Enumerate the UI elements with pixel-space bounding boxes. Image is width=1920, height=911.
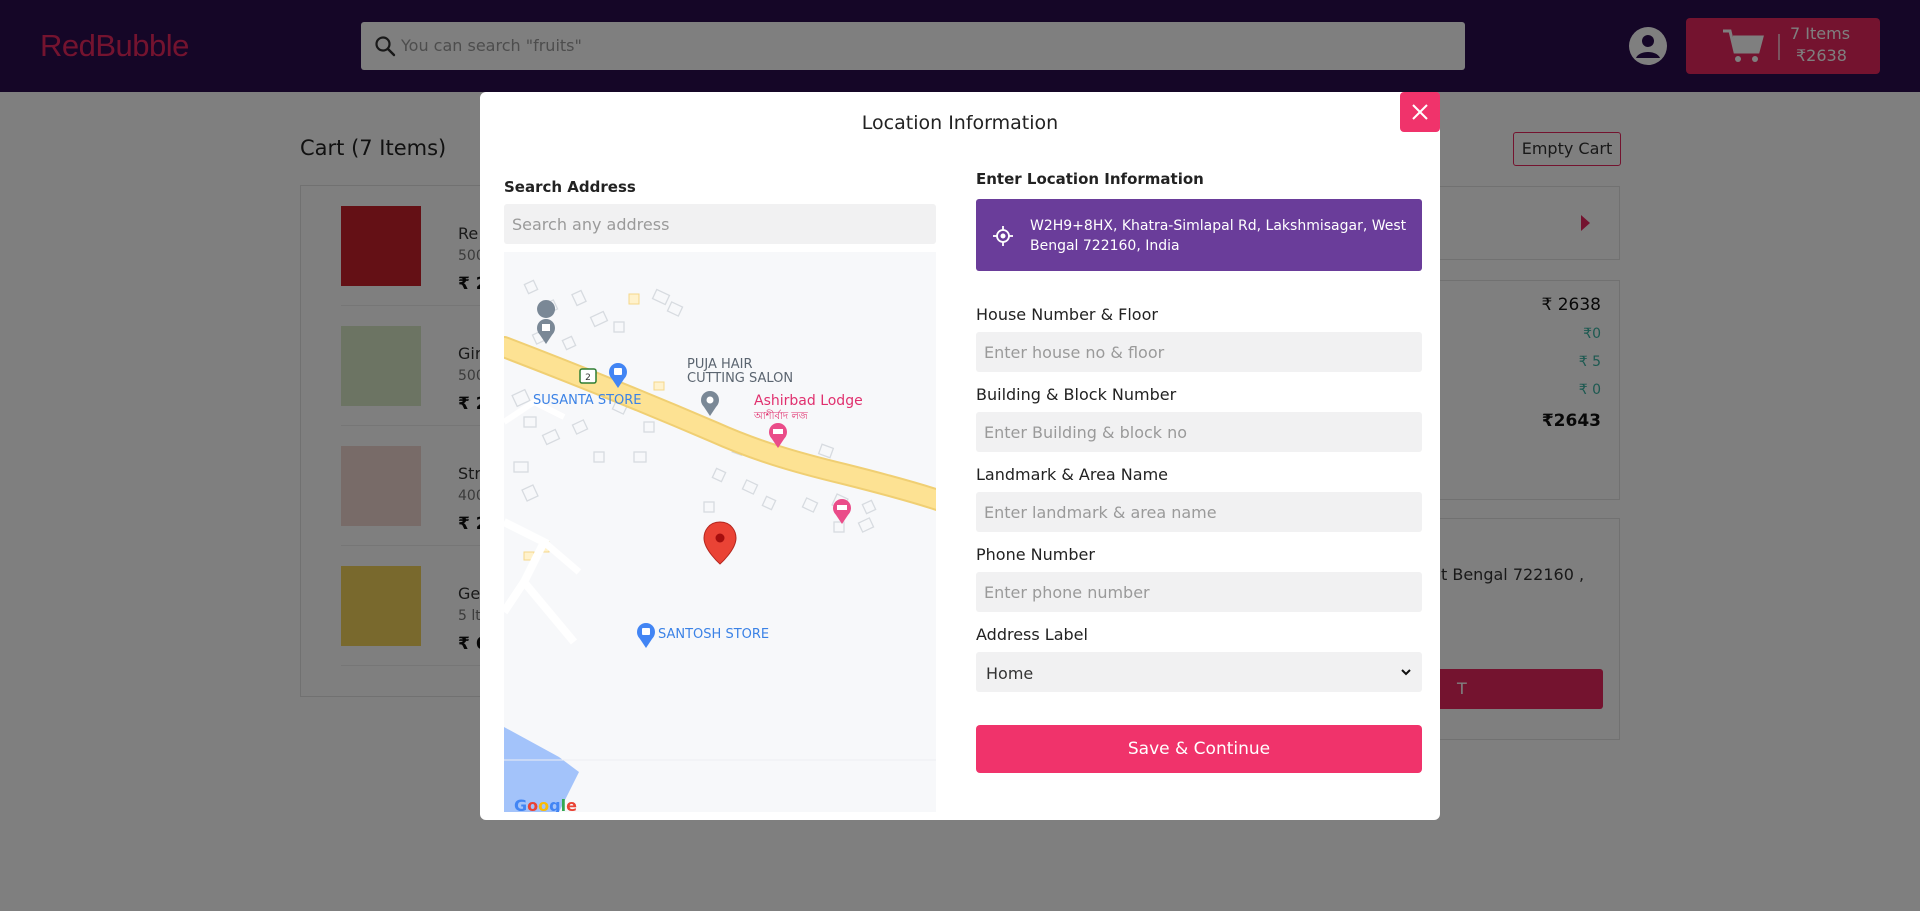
phone-number-input[interactable]	[976, 572, 1422, 612]
current-location-text: W2H9+8HX, Khatra-Simlapal Rd, Lakshmisag…	[1030, 218, 1407, 254]
building-number-input[interactable]	[976, 412, 1422, 452]
address-label-value: Home	[986, 664, 1034, 683]
chevron-down-icon	[1401, 669, 1411, 676]
route-number: 2	[585, 373, 591, 383]
enter-location-label: Enter Location Information	[976, 170, 1204, 188]
landmark-label: Landmark & Area Name	[976, 465, 1169, 484]
address-label-select[interactable]: Home	[976, 652, 1422, 692]
current-location-box[interactable]: W2H9+8HX, Khatra-Simlapal Rd, Lakshmisag…	[976, 199, 1422, 271]
map-label-ashirbad-local: আশীর্বাদ লজ	[754, 411, 808, 422]
google-logo: Google	[514, 796, 577, 812]
phone-number-label: Phone Number	[976, 545, 1095, 564]
map-label-susanta-store: SUSANTA STORE	[533, 393, 642, 408]
map[interactable]: 2 SUSANTA STORE PUJA HAIR CUTTING SALON …	[504, 252, 936, 812]
lodge-pin-icon[interactable]	[833, 499, 851, 524]
map-canvas: 2	[504, 279, 936, 812]
close-icon	[1412, 104, 1428, 120]
location-modal: Location Information Search Address Sear…	[480, 92, 1440, 820]
gps-target-icon	[993, 226, 1013, 246]
close-button[interactable]	[1400, 92, 1440, 132]
save-continue-button[interactable]: Save & Continue	[976, 725, 1422, 773]
house-number-label: House Number & Floor	[976, 305, 1158, 324]
map-label-puja-salon: PUJA HAIR CUTTING SALON	[687, 357, 794, 386]
landmark-input[interactable]	[976, 492, 1422, 532]
map-label-santosh-store: SANTOSH STORE	[658, 627, 770, 642]
salon-pin-icon[interactable]	[701, 391, 719, 416]
santosh-store-pin-icon[interactable]	[637, 623, 655, 648]
modal-title: Location Information	[861, 112, 1059, 134]
map-label-ashirbad-lodge: Ashirbad Lodge	[754, 393, 863, 409]
address-label-label: Address Label	[976, 625, 1088, 644]
house-number-input[interactable]	[976, 332, 1422, 372]
bank-pin-icon[interactable]	[537, 300, 556, 344]
building-number-label: Building & Block Number	[976, 385, 1177, 404]
search-address-input[interactable]	[504, 204, 936, 244]
location-pin-icon[interactable]	[703, 521, 737, 565]
search-address-label: Search Address	[504, 178, 636, 196]
